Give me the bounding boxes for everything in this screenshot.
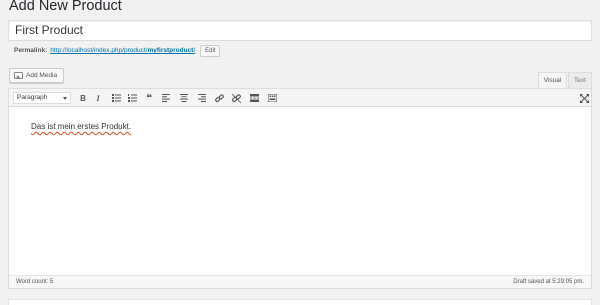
chevron-down-icon xyxy=(63,97,67,100)
editor-statusbar: Word count: 5 Draft saved at 5:29:05 pm. xyxy=(9,275,591,288)
tab-visual[interactable]: Visual xyxy=(538,72,567,88)
permalink-edit-button[interactable]: Edit xyxy=(200,45,221,57)
unlink-icon xyxy=(231,93,241,103)
add-media-button[interactable]: Add Media xyxy=(9,68,64,83)
blockquote-icon: ❝ xyxy=(146,92,152,104)
link-icon xyxy=(214,93,224,102)
numbered-list-button[interactable] xyxy=(125,91,139,105)
add-media-label: Add Media xyxy=(26,72,58,79)
fullscreen-icon xyxy=(579,93,589,103)
read-more-button[interactable] xyxy=(247,91,261,105)
bulleted-list-icon xyxy=(111,94,121,102)
permalink-row: Permalink: http://localhost/index.php/pr… xyxy=(14,45,221,57)
italic-button[interactable]: I xyxy=(91,91,105,105)
bold-button[interactable]: B xyxy=(76,91,90,105)
metabox-partial xyxy=(8,299,592,305)
editor-container: Paragraph B I ❝ Das ist mein erstes Prod… xyxy=(8,88,592,289)
page-title: Add New Product xyxy=(9,0,122,14)
permalink-trailing-slash[interactable]: / xyxy=(193,45,195,57)
read-more-icon xyxy=(249,94,259,102)
numbered-list-icon xyxy=(127,94,137,102)
align-center-icon xyxy=(180,94,188,102)
insert-link-button[interactable] xyxy=(212,91,226,105)
word-count: Word count: 5 xyxy=(16,279,54,285)
format-select[interactable]: Paragraph xyxy=(13,92,71,104)
media-icon xyxy=(14,72,23,79)
blockquote-button[interactable]: ❝ xyxy=(142,91,156,105)
autosave-status: Draft saved at 5:29:05 pm. xyxy=(513,279,584,285)
editor-toolbar: Paragraph B I ❝ xyxy=(9,89,591,107)
align-right-icon xyxy=(198,94,206,102)
product-title-input[interactable]: First Product xyxy=(8,20,592,41)
align-right-button[interactable] xyxy=(195,91,209,105)
italic-icon: I xyxy=(96,93,100,103)
fullscreen-button[interactable] xyxy=(577,91,591,105)
editor-content[interactable]: Das ist mein erstes Produkt. xyxy=(31,122,131,132)
permalink-base-link[interactable]: http://localhost/index.php/product/ xyxy=(50,45,147,57)
toolbar-toggle-icon xyxy=(267,94,277,102)
tab-text[interactable]: Text xyxy=(568,72,592,88)
permalink-slug-link[interactable]: myfirstproduct xyxy=(147,45,193,57)
align-center-button[interactable] xyxy=(177,91,191,105)
bulleted-list-button[interactable] xyxy=(109,91,123,105)
permalink-label: Permalink: xyxy=(14,47,48,54)
format-select-value: Paragraph xyxy=(17,94,48,101)
align-left-button[interactable] xyxy=(159,91,173,105)
align-left-icon xyxy=(162,94,170,102)
remove-link-button[interactable] xyxy=(229,91,243,105)
bold-icon: B xyxy=(80,93,86,103)
toolbar-toggle-button[interactable] xyxy=(265,91,279,105)
